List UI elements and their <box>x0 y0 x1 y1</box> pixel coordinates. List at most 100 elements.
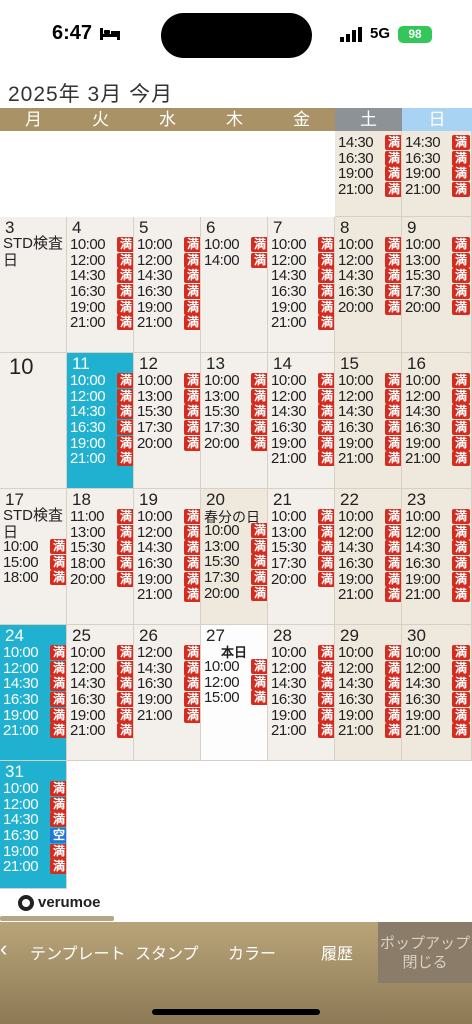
time-slot[interactable]: 10:00 満 <box>204 523 267 539</box>
time-slot[interactable]: 18:00 満 <box>70 556 133 572</box>
time-slot[interactable]: 19:00 満 <box>405 435 470 451</box>
time-slot[interactable]: 21:00 満 <box>338 723 401 739</box>
time-slot[interactable]: 21:00 満 <box>405 723 470 739</box>
time-slot[interactable]: 10:00 満 <box>271 237 334 253</box>
time-slot[interactable]: 15:30 満 <box>70 540 133 556</box>
time-slot[interactable]: 15:00 満 <box>204 690 267 706</box>
time-slot[interactable]: 13:00 満 <box>271 524 334 541</box>
time-slot[interactable]: 19:00 満 <box>338 571 401 587</box>
time-slot[interactable]: 10:00 満 <box>271 509 334 525</box>
day-cell[interactable]: 20 春分の日 10:00 満 13:00 満 15:30 満 17:30 満 20:00 満 <box>201 489 268 625</box>
time-slot[interactable]: 17:30 満 <box>405 284 470 300</box>
time-slot[interactable]: 19:00 満 <box>137 299 200 315</box>
time-slot[interactable]: 20:00 満 <box>70 571 133 587</box>
time-slot[interactable]: 16:30 満 <box>338 692 401 708</box>
time-slot[interactable]: 14:30 満 <box>70 676 133 692</box>
time-slot[interactable]: 21:00 満 <box>338 587 401 603</box>
time-slot[interactable]: 20:00 満 <box>137 435 200 451</box>
day-cell[interactable]: 22 10:00 満 12:00 満 14:30 満 16:30 満 19:00 満 21:00 満 <box>335 489 402 625</box>
chevron-left-icon[interactable]: ‹ <box>0 936 7 962</box>
time-slot[interactable]: 19:00 満 <box>338 166 401 182</box>
time-slot[interactable]: 15:30 満 <box>271 540 334 556</box>
day-cell[interactable]: 7 10:00 満 12:00 満 14:30 満 16:30 満 19:00 満 21:00 満 <box>268 217 335 353</box>
time-slot[interactable]: 17:30 満 <box>271 556 334 572</box>
time-slot[interactable]: 17:30 満 <box>204 570 267 586</box>
time-slot[interactable]: 21:00 満 <box>137 315 200 331</box>
time-slot[interactable]: 14:30 満 <box>338 404 401 420</box>
time-slot[interactable]: 16:30 満 <box>137 284 200 300</box>
time-slot[interactable]: 21:00 満 <box>405 451 470 467</box>
day-cell[interactable]: 14 10:00 満 12:00 満 14:30 満 16:30 満 19:00 満 21:00 満 <box>268 353 335 489</box>
time-slot[interactable]: 14:30 満 <box>3 812 66 828</box>
time-slot[interactable]: 16:30 満 <box>137 676 200 692</box>
time-slot[interactable]: 19:00 満 <box>137 692 200 708</box>
time-slot[interactable]: 10:00 満 <box>338 509 401 525</box>
time-slot[interactable]: 12:00 満 <box>3 796 66 813</box>
time-slot[interactable]: 19:00 満 <box>405 166 470 182</box>
time-slot[interactable]: 16:30 満 <box>3 692 66 708</box>
time-slot[interactable]: 12:00 満 <box>405 660 470 677</box>
time-slot[interactable]: 16:30 満 <box>70 692 133 708</box>
time-slot[interactable]: 21:00 満 <box>338 182 401 198</box>
day-cell[interactable]: 4 10:00 満 12:00 満 14:30 満 16:30 満 19:00 満 21:00 満 <box>67 217 134 353</box>
time-slot[interactable]: 20:00 満 <box>338 299 401 315</box>
time-slot[interactable]: 16:30 満 <box>338 284 401 300</box>
time-slot[interactable]: 12:00 満 <box>137 524 200 541</box>
time-slot[interactable]: 19:00 満 <box>70 299 133 315</box>
time-slot[interactable]: 20:00 満 <box>405 299 470 315</box>
time-slot[interactable]: 14:30 満 <box>405 135 470 151</box>
time-slot[interactable]: 12:00 満 <box>70 660 133 677</box>
day-cell[interactable]: 11 10:00 満 12:00 満 14:30 満 16:30 満 19:00 満 21:00 満 <box>67 353 134 489</box>
time-slot[interactable]: 10:00 満 <box>204 237 267 253</box>
time-slot[interactable]: 10:00 満 <box>405 373 470 389</box>
time-slot[interactable]: 14:30 満 <box>271 268 334 284</box>
time-slot[interactable]: 10:00 満 <box>70 373 133 389</box>
day-cell[interactable]: 9 10:00 満 13:00 満 15:30 満 17:30 満 20:00 満 <box>402 217 472 353</box>
time-slot[interactable]: 19:00 満 <box>338 707 401 723</box>
day-cell[interactable]: 26 12:00 満 14:30 満 16:30 満 19:00 満 21:00 満 <box>134 625 201 761</box>
color-button[interactable]: カラー <box>228 940 276 964</box>
day-cell[interactable]: 17 STD検査日 10:00 満 15:00 満 18:00 満 <box>0 489 67 625</box>
time-slot[interactable]: 15:00 満 <box>3 554 66 571</box>
time-slot[interactable]: 10:00 満 <box>3 781 66 797</box>
time-slot[interactable]: 20:00 満 <box>204 585 267 601</box>
time-slot[interactable]: 13:00 満 <box>204 388 267 405</box>
time-slot[interactable]: 10:00 満 <box>338 237 401 253</box>
time-slot[interactable]: 12:00 満 <box>204 674 267 691</box>
time-slot[interactable]: 12:00 満 <box>271 252 334 269</box>
time-slot[interactable]: 16:30 満 <box>271 420 334 436</box>
time-slot[interactable]: 19:00 満 <box>271 435 334 451</box>
time-slot[interactable]: 10:00 満 <box>338 373 401 389</box>
time-slot[interactable]: 14:30 満 <box>405 676 470 692</box>
day-cell[interactable]: 31 10:00 満 12:00 満 14:30 満 16:30 空 19:00 満 21:00 満 <box>0 761 67 889</box>
time-slot[interactable]: 10:00 満 <box>204 373 267 389</box>
time-slot[interactable]: 10:00 満 <box>3 539 66 555</box>
time-slot[interactable]: 19:00 満 <box>3 707 66 723</box>
time-slot[interactable]: 10:00 満 <box>405 237 470 253</box>
time-slot[interactable]: 14:30 満 <box>405 404 470 420</box>
day-cell[interactable]: 13 10:00 満 13:00 満 15:30 満 17:30 満 20:00 満 <box>201 353 268 489</box>
time-slot[interactable]: 21:00 満 <box>70 723 133 739</box>
time-slot[interactable]: 21:00 満 <box>338 451 401 467</box>
template-button[interactable]: テンプレート <box>30 940 126 964</box>
day-cell[interactable]: 25 10:00 満 12:00 満 14:30 満 16:30 満 19:00 満 21:00 満 <box>67 625 134 761</box>
time-slot[interactable]: 19:00 満 <box>3 843 66 859</box>
time-slot[interactable]: 20:00 満 <box>204 435 267 451</box>
time-slot[interactable]: 10:00 満 <box>204 659 267 675</box>
day-cell[interactable]: 27 本日 10:00 満 12:00 満 15:00 満 <box>201 625 268 761</box>
time-slot[interactable]: 21:00 満 <box>137 707 200 723</box>
time-slot[interactable]: 15:30 満 <box>204 554 267 570</box>
time-slot[interactable]: 13:00 満 <box>204 538 267 555</box>
time-slot[interactable]: 21:00 満 <box>271 315 334 331</box>
time-slot[interactable]: 14:00 満 <box>204 252 267 269</box>
time-slot[interactable]: 16:30 満 <box>338 150 401 167</box>
time-slot[interactable]: 10:00 満 <box>137 509 200 525</box>
time-slot[interactable]: 19:00 満 <box>70 435 133 451</box>
time-slot[interactable]: 21:00 満 <box>3 859 66 875</box>
day-cell[interactable]: 16 10:00 満 12:00 満 14:30 満 16:30 満 19:00 満 21:00 満 <box>402 353 472 489</box>
time-slot[interactable]: 16:30 満 <box>70 420 133 436</box>
time-slot[interactable]: 14:30 満 <box>70 268 133 284</box>
time-slot[interactable]: 14:30 満 <box>405 540 470 556</box>
day-cell[interactable]: 19 10:00 満 12:00 満 14:30 満 16:30 満 19:00 満 21:00 満 <box>134 489 201 625</box>
time-slot[interactable]: 12:00 満 <box>3 660 66 677</box>
